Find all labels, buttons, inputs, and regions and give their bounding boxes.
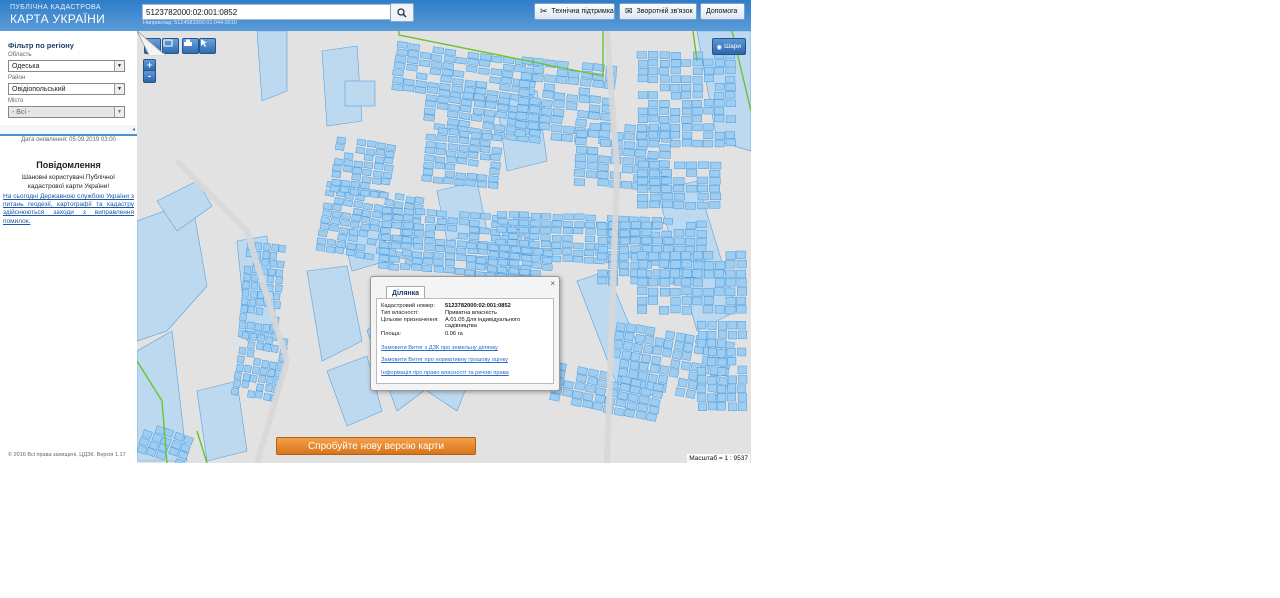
- help-button[interactable]: Допомога: [700, 3, 745, 20]
- sidebar: Фільтр по регіону Область Одеська ▼ Райо…: [0, 31, 138, 463]
- svg-text:· · · · ·: · · · · ·: [685, 324, 698, 329]
- area-value: 0.06 га: [445, 331, 463, 337]
- chevron-down-icon: ▼: [114, 61, 124, 71]
- svg-text:· · · · ·: · · · · ·: [685, 69, 698, 74]
- tech-support-button[interactable]: ✂ Технічна підтримка: [534, 3, 615, 20]
- close-icon[interactable]: ×: [550, 279, 555, 288]
- scale-label: Масштаб = 1 : 9537: [687, 454, 750, 463]
- chevron-down-icon: ▼: [114, 107, 124, 117]
- zoom-out-button[interactable]: -: [143, 70, 156, 83]
- filter-title: Фільтр по регіону: [8, 41, 74, 50]
- city-label: Місто: [8, 98, 24, 104]
- map-canvas[interactable]: · · · · · · · · · · · · · · · · · · · · · · …: [137, 31, 751, 463]
- ownership-type-value: Приватна власність: [445, 310, 497, 316]
- raion-select[interactable]: Овідіопольський ▼: [8, 83, 125, 95]
- update-date: Дата оновлення: 05.09.2019 03:00: [21, 137, 116, 143]
- svg-text:· · · · ·: · · · · ·: [157, 154, 170, 159]
- ownership-info-link[interactable]: Інформація про право власності та речові…: [381, 370, 509, 376]
- layers-button[interactable]: ◉ Шари: [711, 38, 746, 55]
- city-value: - Всі -: [12, 108, 31, 116]
- order-valuation-extract-link[interactable]: Замовити Витяг про нормативну грошову оц…: [381, 357, 508, 363]
- envelope-icon: ✉: [625, 6, 633, 16]
- oblast-label: Область: [8, 52, 32, 58]
- feedback-button[interactable]: ✉ Зворотній зв'язок: [619, 3, 697, 20]
- notice-greeting: Шановні користувачі Публічної кадастрово…: [22, 174, 115, 190]
- chevron-down-icon: ▼: [114, 84, 124, 94]
- parcel-info-popup: × Ділянка Кадастровий номер: 5123782000:…: [370, 276, 560, 391]
- svg-text:· · · · ·: · · · · ·: [597, 334, 610, 339]
- info-tool-button[interactable]: [199, 38, 216, 54]
- svg-text:· · · · ·: · · · · ·: [245, 79, 258, 84]
- purpose-label: Цільове призначення:: [381, 317, 439, 323]
- feedback-label: Зворотній зв'язок: [636, 8, 693, 15]
- svg-text:· · · · ·: · · · · ·: [509, 409, 522, 414]
- raion-label: Район: [8, 75, 26, 81]
- svg-text:· · · · ·: · · · · ·: [685, 239, 698, 244]
- try-new-version-button[interactable]: Спробуйте нову версію карти: [276, 437, 476, 455]
- svg-text:· · · · ·: · · · · ·: [157, 409, 170, 414]
- layers-icon: ◉: [716, 43, 723, 51]
- svg-text:· · · · ·: · · · · ·: [597, 79, 610, 84]
- area-label: Площа:: [381, 331, 402, 337]
- notice-body-link[interactable]: На сьогодні Державною службою України з …: [3, 193, 134, 226]
- purpose-value: А.01.05 Для індивідуального садівництва: [445, 317, 521, 330]
- svg-text:· · · · ·: · · · · ·: [333, 154, 346, 159]
- svg-text:· · · · ·: · · · · ·: [245, 249, 258, 254]
- copyright: © 2016 Всі права захищені, ЦДЗК. Версія …: [8, 452, 126, 458]
- svg-text:· · · · ·: · · · · ·: [597, 249, 610, 254]
- popup-pointer: [137, 31, 167, 56]
- search-icon: [397, 7, 407, 18]
- svg-text:· · · · ·: · · · · ·: [597, 164, 610, 169]
- svg-text:· · · · ·: · · · · ·: [685, 409, 698, 414]
- svg-text:· · · · ·: · · · · ·: [245, 334, 258, 339]
- oblast-select[interactable]: Одеська ▼: [8, 60, 125, 72]
- svg-text:· · · · ·: · · · · ·: [421, 79, 434, 84]
- svg-text:· · · · ·: · · · · ·: [333, 239, 346, 244]
- svg-text:· · · · ·: · · · · ·: [597, 419, 610, 424]
- logo-line1[interactable]: ПУБЛІЧНА КАДАСТРОВА: [10, 4, 101, 11]
- svg-text:· · · · ·: · · · · ·: [157, 69, 170, 74]
- layers-label: Шари: [724, 43, 741, 50]
- notice-title: Повідомлення: [36, 160, 101, 170]
- header-bar: ПУБЛІЧНА КАДАСТРОВА КАРТА УКРАЇНИ Наприк…: [0, 0, 751, 31]
- popup-body: Кадастровий номер: 5123782000:02:001:085…: [376, 298, 554, 384]
- collapse-arrow-icon[interactable]: ◂: [132, 126, 135, 133]
- svg-text:· · · · ·: · · · · ·: [421, 419, 434, 424]
- svg-text:· · · · ·: · · · · ·: [245, 419, 258, 424]
- svg-text:· · · · ·: · · · · ·: [245, 164, 258, 169]
- printer-icon: [184, 39, 192, 46]
- help-label: Допомога: [706, 8, 738, 15]
- pointer-info-icon: [201, 39, 207, 47]
- filter-collapse-bar: ◂: [0, 125, 137, 136]
- raion-value: Овідіопольський: [12, 85, 66, 93]
- cadastral-number-label: Кадастровий номер:: [381, 303, 435, 309]
- svg-text:· · · · ·: · · · · ·: [333, 409, 346, 414]
- svg-text:· · · · ·: · · · · ·: [685, 154, 698, 159]
- cadastral-map-layer: · · · · · · · · · · · · · · · · · · · · · · …: [137, 31, 751, 463]
- cadastral-number-value: 5123782000:02:001:0852: [445, 303, 511, 309]
- svg-text:· · · · ·: · · · · ·: [509, 154, 522, 159]
- oblast-value: Одеська: [12, 62, 40, 70]
- search-button[interactable]: [390, 3, 414, 22]
- svg-text:· · · · ·: · · · · ·: [157, 324, 170, 329]
- svg-text:· · · · ·: · · · · ·: [509, 69, 522, 74]
- ownership-type-label: Тип власності:: [381, 310, 419, 316]
- svg-text:· · · · ·: · · · · ·: [333, 69, 346, 74]
- wrench-icon: ✂: [540, 6, 548, 16]
- svg-text:· · · · ·: · · · · ·: [421, 164, 434, 169]
- svg-text:· · · · ·: · · · · ·: [157, 239, 170, 244]
- city-select[interactable]: - Всі - ▼: [8, 106, 125, 118]
- svg-text:· · · · ·: · · · · ·: [421, 249, 434, 254]
- print-button[interactable]: [182, 38, 199, 54]
- tech-support-label: Технічна підтримка: [551, 8, 614, 15]
- svg-text:· · · · ·: · · · · ·: [333, 324, 346, 329]
- search-input[interactable]: [142, 4, 394, 20]
- search-example-hint: Наприклад: 5124583300:01:044:0010: [143, 20, 237, 26]
- svg-text:· · · · ·: · · · · ·: [509, 239, 522, 244]
- logo-line2[interactable]: КАРТА УКРАЇНИ: [10, 12, 105, 26]
- order-dzk-extract-link[interactable]: Замовити Витяг з ДЗК про земельну ділянк…: [381, 345, 498, 351]
